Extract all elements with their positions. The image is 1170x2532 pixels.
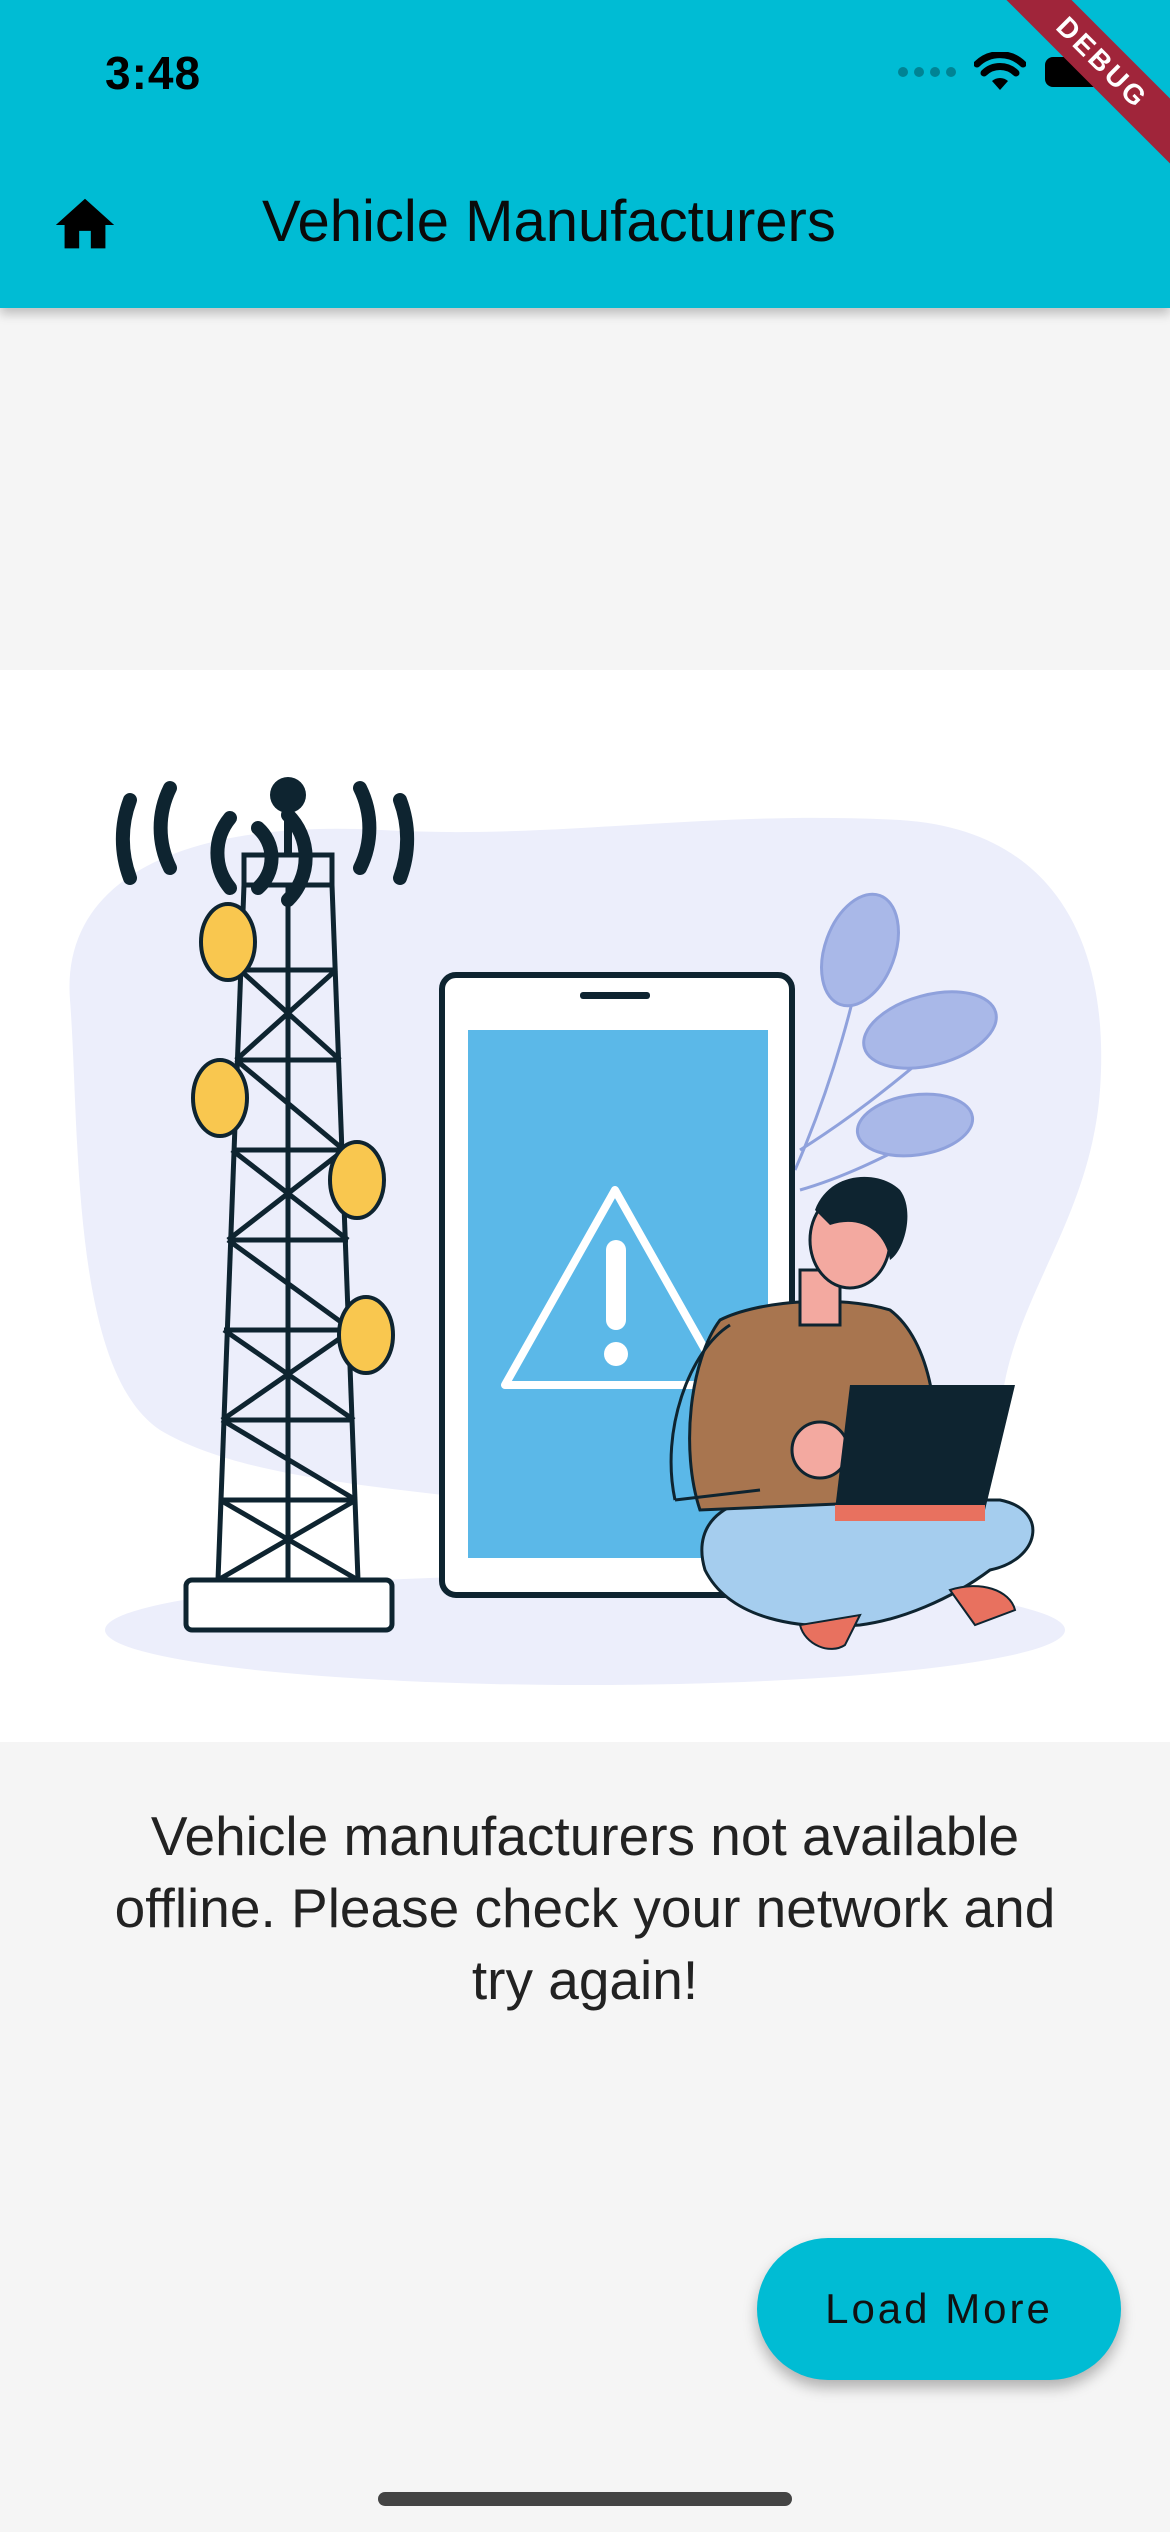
home-indicator[interactable] bbox=[378, 2492, 792, 2506]
app-bar: 3:48 Vehicle Manufacturers bbox=[0, 0, 1170, 308]
offline-message: Vehicle manufacturers not available offl… bbox=[114, 1805, 1056, 2011]
signal-icon bbox=[898, 67, 956, 77]
page-title: Vehicle Manufacturers bbox=[262, 189, 836, 254]
home-icon bbox=[55, 198, 115, 249]
load-more-button[interactable]: Load More bbox=[757, 2238, 1121, 2380]
wifi-icon bbox=[974, 52, 1026, 90]
no-network-illustration bbox=[0, 670, 1170, 1742]
status-time: 3:48 bbox=[105, 47, 202, 99]
home-button[interactable] bbox=[50, 190, 120, 260]
